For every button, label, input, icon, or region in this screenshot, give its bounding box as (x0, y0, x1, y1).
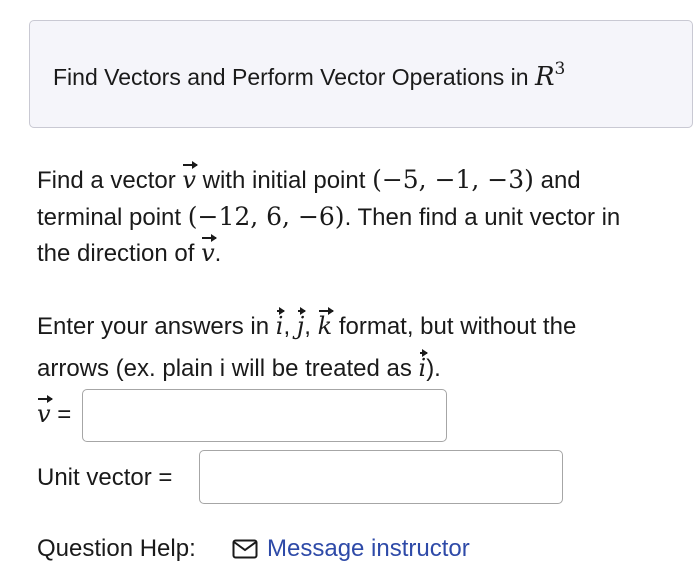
instructions-example: arrows (ex. plain i will be treated as (37, 355, 412, 382)
problem-line-3: the direction of v. (37, 234, 222, 272)
vector-v-symbol-2: v (201, 234, 217, 267)
unit-i-example-symbol: i (418, 349, 428, 382)
problem-line-1: Find a vector v with initial point (−5, … (37, 161, 581, 199)
period-text: . (214, 240, 222, 267)
instructions-start: Enter your answers in (37, 313, 270, 340)
problem-intro: Find a vector (37, 167, 176, 194)
question-header: Find Vectors and Perform Vector Operatio… (29, 20, 693, 128)
title-text: Find Vectors and Perform Vector Operatio… (53, 64, 529, 90)
message-instructor-text: Message instructor (267, 535, 470, 562)
instructions-end: ). (426, 355, 441, 382)
instructions-format: format, but without the (338, 313, 577, 340)
instructions-line-1: Enter your answers in i, j, k format, bu… (37, 307, 577, 340)
and-text: and (540, 167, 581, 194)
v-answer-input[interactable] (82, 389, 447, 442)
problem-line-2: terminal point (−12, 6, −6). Then find a… (37, 198, 620, 236)
unit-k-symbol: k (317, 307, 334, 340)
terminal-point: (−12, 6, −6) (187, 202, 345, 231)
vector-v-symbol: v (182, 161, 198, 194)
unit-vector-text: . Then find a unit vector in (344, 204, 621, 231)
space-symbol: R (534, 62, 555, 92)
unit-j-symbol: j (296, 307, 307, 340)
question-help-label: Question Help: (37, 535, 196, 562)
direction-text: the direction of (37, 240, 195, 267)
initial-point: (−5, −1, −3) (372, 165, 534, 194)
v-equals: = (57, 401, 72, 428)
vector-v-answer-symbol: v (37, 395, 53, 428)
unit-vector-input[interactable] (199, 450, 563, 504)
envelope-icon (232, 539, 258, 559)
unit-vector-label: Unit vector = (37, 464, 173, 491)
question-title: Find Vectors and Perform Vector Operatio… (53, 59, 565, 92)
initial-point-label: with initial point (202, 167, 366, 194)
v-answer-label: v = (37, 395, 72, 429)
space-dimension: 3 (554, 59, 566, 79)
unit-i-symbol: i (275, 307, 286, 340)
instructions-line-2: arrows (ex. plain i will be treated as i… (37, 349, 441, 387)
message-instructor-link[interactable]: Message instructor (232, 535, 470, 563)
terminal-point-label: terminal point (37, 204, 182, 231)
